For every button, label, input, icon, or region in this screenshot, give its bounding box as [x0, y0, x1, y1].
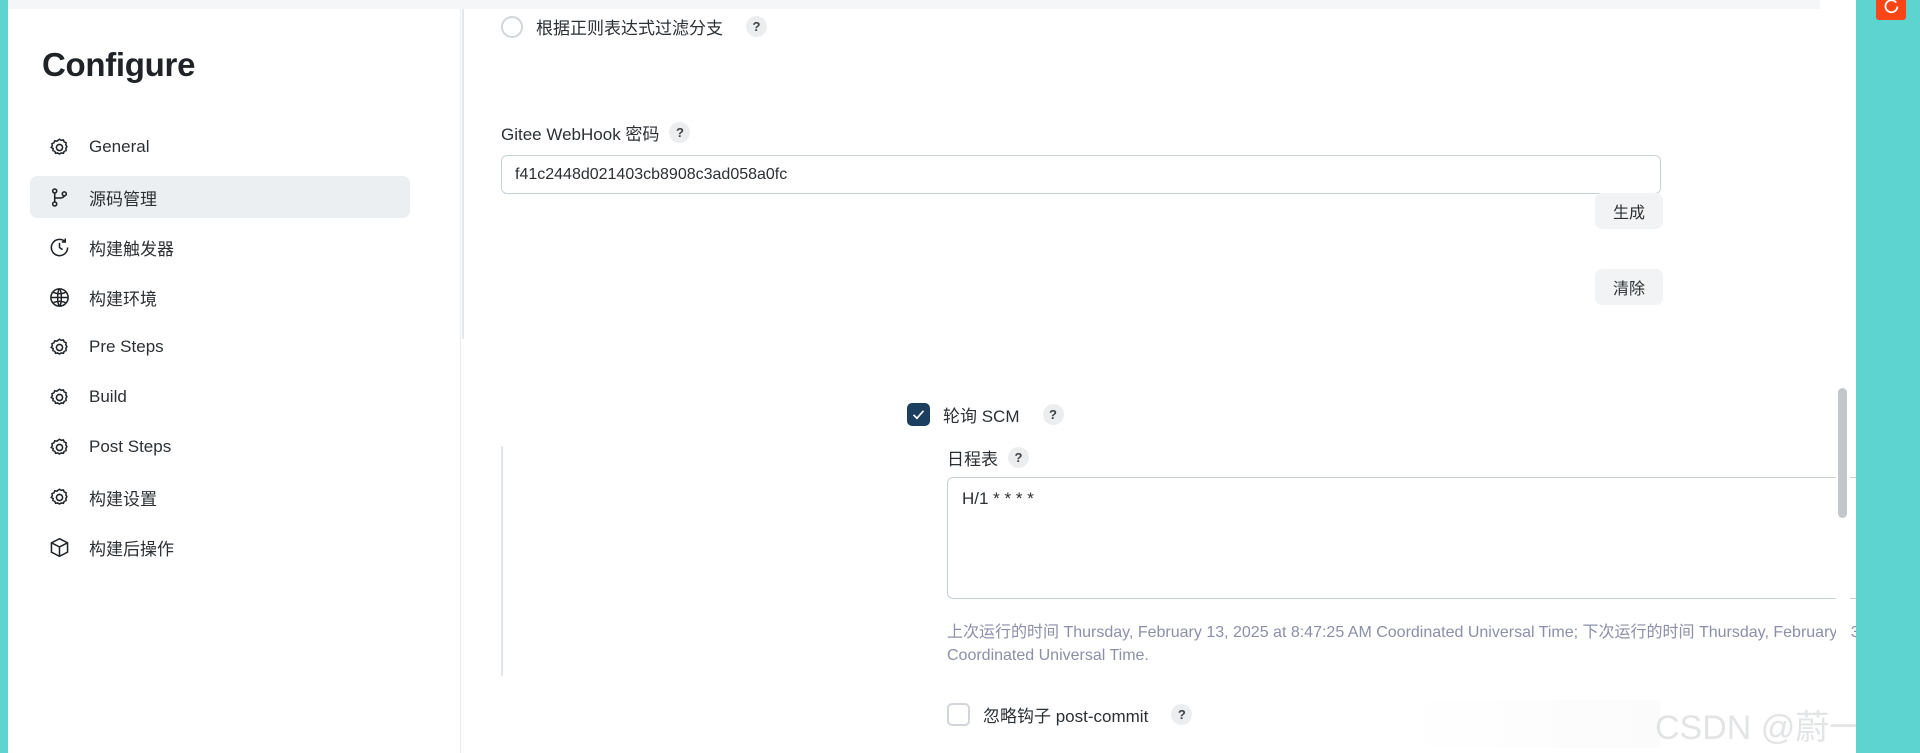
gear-icon — [48, 136, 71, 159]
sidebar-item-label: Post Steps — [89, 437, 172, 456]
section-indent-rail — [462, 9, 464, 339]
jenkins-configure-page: Configure General 源码管理 构建触发器 构建环境 Pre St… — [0, 0, 1920, 753]
webhook-password-label-row: Gitee WebHook 密码 ? — [501, 120, 691, 145]
ignore-post-commit-checkbox[interactable] — [947, 703, 970, 726]
sidebar-item-pre-steps[interactable]: Pre Steps — [30, 326, 410, 368]
sidebar-item-post-build-actions[interactable]: 构建后操作 — [30, 526, 410, 568]
sidebar-item-label: 构建设置 — [89, 489, 157, 509]
webhook-password-input[interactable] — [501, 155, 1661, 194]
help-icon[interactable]: ? — [1171, 704, 1193, 725]
radio-label: 根据正则表达式过滤分支 — [536, 19, 723, 38]
webhook-password-label: Gitee WebHook 密码 — [501, 125, 660, 144]
poll-scm-label: 轮询 SCM — [943, 407, 1020, 426]
browser-logo-icon[interactable] — [1876, 0, 1906, 20]
help-icon[interactable]: ? — [1042, 404, 1064, 425]
sidebar-item-build-triggers[interactable]: 构建触发器 — [30, 226, 410, 268]
sidebar-item-label: 构建环境 — [89, 289, 157, 309]
poll-scm-checkbox[interactable] — [907, 403, 930, 426]
poll-scm-indent-rail — [501, 446, 503, 676]
sidebar-item-label: 源码管理 — [89, 189, 157, 209]
branch-icon — [48, 186, 71, 209]
sidebar-item-label: 构建触发器 — [89, 239, 174, 259]
sidebar-nav: General 源码管理 构建触发器 构建环境 Pre Steps Build … — [30, 126, 410, 576]
gear-icon — [48, 486, 71, 509]
gear-icon — [48, 336, 71, 359]
configure-sidebar: Configure General 源码管理 构建触发器 构建环境 Pre St… — [8, 9, 460, 753]
ignore-post-commit-label: 忽略钩子 post-commit — [983, 707, 1149, 726]
sidebar-item-build-settings[interactable]: 构建设置 — [30, 476, 410, 518]
branch-regex-filter-radio-row[interactable]: 根据正则表达式过滤分支 ? — [501, 14, 767, 39]
sidebar-item-label: 构建后操作 — [89, 539, 174, 559]
poll-schedule-status-text: 上次运行的时间 Thursday, February 13, 2025 at 8… — [947, 624, 1920, 665]
package-icon — [48, 536, 71, 559]
sidebar-item-label: General — [89, 137, 150, 156]
sidebar-item-label: Pre Steps — [89, 337, 164, 356]
sidebar-item-build[interactable]: Build — [30, 376, 410, 418]
schedule-textarea[interactable]: H/1 * * * * — [947, 477, 1920, 599]
sidebar-item-source-code-management[interactable]: 源码管理 — [30, 176, 410, 218]
sidebar-item-general[interactable]: General — [30, 126, 410, 168]
schedule-label: 日程表 — [947, 450, 998, 469]
clock-icon — [48, 236, 71, 259]
help-icon[interactable]: ? — [746, 16, 767, 37]
sidebar-item-post-steps[interactable]: Post Steps — [30, 426, 410, 468]
poll-scm-checkbox-row[interactable]: 轮询 SCM ? — [907, 402, 1064, 427]
page-scrollbar-track[interactable] — [1836, 9, 1850, 753]
gear-icon — [48, 386, 71, 409]
radio-button[interactable] — [501, 15, 523, 38]
browser-side-panel: 1 CPU 10 % -- °C — [1856, 0, 1920, 753]
generate-secret-button[interactable]: 生成 — [1595, 193, 1664, 229]
sidebar-item-build-environment[interactable]: 构建环境 — [30, 276, 410, 318]
configure-main-panel: 根据正则表达式过滤分支 ? Gitee WebHook 密码 ? 轮询 SCM … — [461, 9, 1920, 753]
ignore-post-commit-checkbox-row[interactable]: 忽略钩子 post-commit ? — [947, 702, 1193, 727]
help-icon[interactable]: ? — [669, 122, 691, 143]
clear-secret-button[interactable]: 清除 — [1595, 269, 1664, 305]
left-accent-strip — [0, 0, 8, 753]
sidebar-item-label: Build — [89, 387, 127, 406]
top-gray-band — [8, 0, 1820, 9]
page-title: Configure — [42, 46, 196, 83]
gear-icon — [48, 436, 71, 459]
schedule-label-row: 日程表 ? — [947, 445, 1029, 470]
help-icon[interactable]: ? — [1008, 447, 1029, 468]
globe-icon — [48, 286, 71, 309]
page-scrollbar-thumb[interactable] — [1838, 388, 1847, 518]
